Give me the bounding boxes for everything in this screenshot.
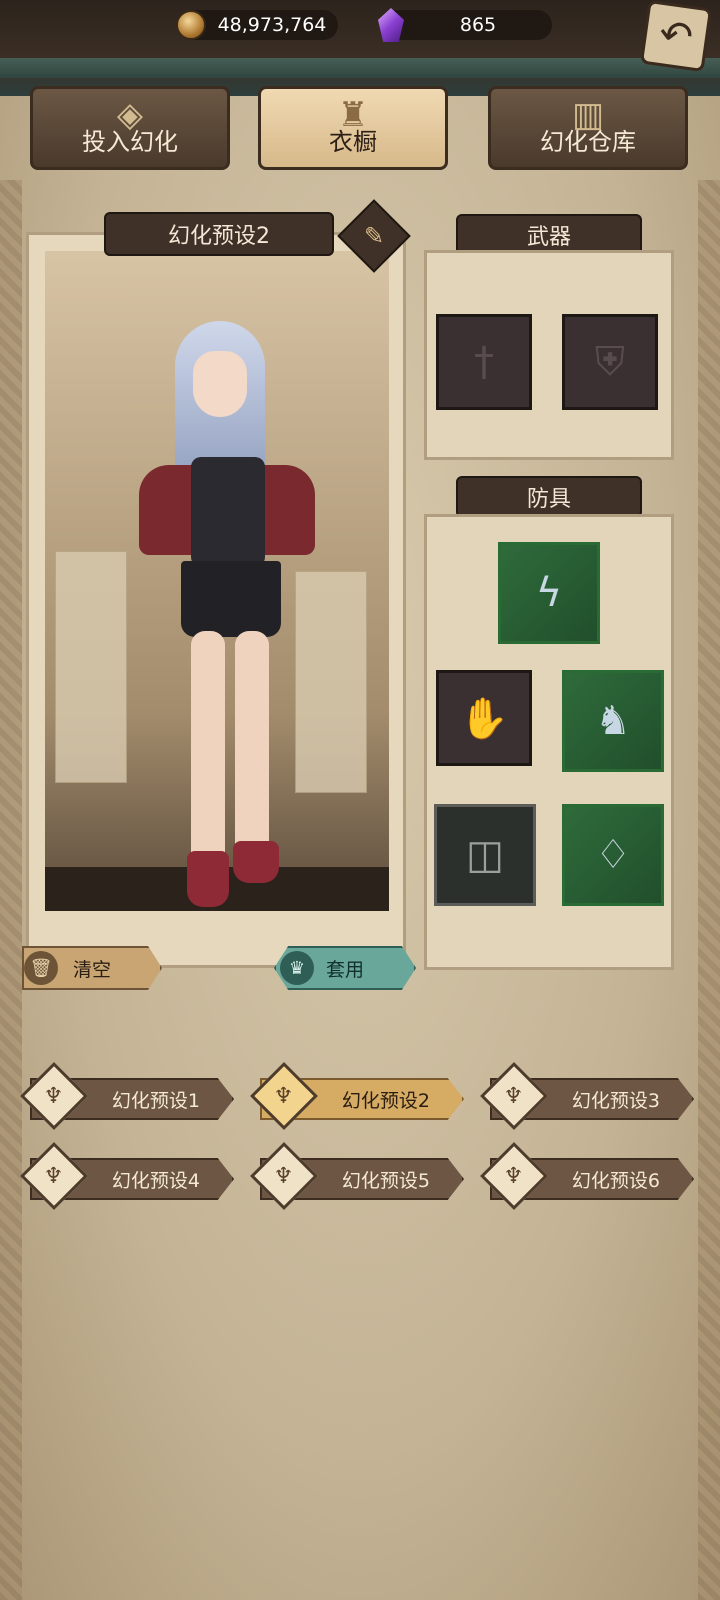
character-scene <box>45 251 389 911</box>
apply-button-label: 套用 <box>325 958 364 981</box>
shorts-icon: ◫ <box>466 832 504 878</box>
armor-section-title: 防具 <box>456 476 642 518</box>
back-arrow-icon: ↶ <box>656 10 696 62</box>
preset-label: 幻化预设6 <box>571 1169 660 1192</box>
character-face <box>193 351 247 417</box>
character-leg <box>191 631 225 871</box>
current-preset-title: 幻化预设2 <box>104 212 334 256</box>
quill-icon: ✎ <box>363 221 385 250</box>
weapon-slot-main[interactable]: † <box>436 314 532 410</box>
cabinet-icon: ▥ <box>571 95 605 135</box>
trash-icon: 🗑 <box>24 951 58 985</box>
lightning-cape-icon: ϟ <box>535 570 563 616</box>
top-bar <box>0 0 720 96</box>
mask-icon: ◈ <box>116 95 144 135</box>
armor-slot-cape[interactable]: ϟ <box>498 542 600 644</box>
tab-transmog-storage[interactable]: ▥ 幻化仓库 <box>488 86 688 170</box>
gold-counter[interactable]: 48,973,764 <box>176 10 338 40</box>
tab-invest-transmog[interactable]: ◈ 投入幻化 <box>30 86 230 170</box>
banner-decoration <box>295 571 367 793</box>
right-border-decoration <box>698 180 720 1600</box>
boots-icon: ♢ <box>595 832 631 878</box>
gold-amount: 48,973,764 <box>217 14 327 36</box>
banner-decoration <box>55 551 127 783</box>
crown-icon: ♛ <box>280 951 314 985</box>
sword-icon: † <box>474 339 494 385</box>
vine-decoration <box>0 58 720 78</box>
left-border-decoration <box>0 180 22 1600</box>
gem-counter[interactable]: 865 <box>378 8 552 42</box>
character-boot <box>233 841 279 883</box>
wardrobe-emblem-icon: ♜ <box>337 95 369 135</box>
clear-button-label: 清空 <box>72 958 111 981</box>
jacket-icon: ♞ <box>595 698 631 744</box>
armor-slot-body[interactable]: ♞ <box>562 670 664 772</box>
armor-slot-gloves[interactable]: ✋ <box>436 670 532 766</box>
armor-slot-legs[interactable]: ◫ <box>434 804 536 906</box>
preset-label: 幻化预设5 <box>341 1169 430 1192</box>
preset-label: 幻化预设2 <box>341 1089 430 1112</box>
character-shorts <box>181 561 281 637</box>
preset-label: 幻化预设3 <box>571 1089 660 1112</box>
character-boot <box>187 851 229 907</box>
preset-label: 幻化预设4 <box>111 1169 200 1192</box>
character-preview-panel <box>26 232 406 968</box>
weapon-slot-off[interactable]: ⛨ <box>562 314 658 410</box>
back-button[interactable]: ↶ <box>639 0 713 73</box>
character-leg <box>235 631 269 861</box>
shield-icon: ⛨ <box>595 339 625 385</box>
preset-label: 幻化预设1 <box>111 1089 200 1112</box>
gem-amount: 865 <box>459 14 497 36</box>
armor-slot-boots[interactable]: ♢ <box>562 804 664 906</box>
gold-coin-icon <box>176 10 206 40</box>
character-top <box>191 457 265 567</box>
tab-wardrobe[interactable]: ♜ 衣橱 <box>258 86 448 170</box>
glove-icon: ✋ <box>459 695 509 742</box>
